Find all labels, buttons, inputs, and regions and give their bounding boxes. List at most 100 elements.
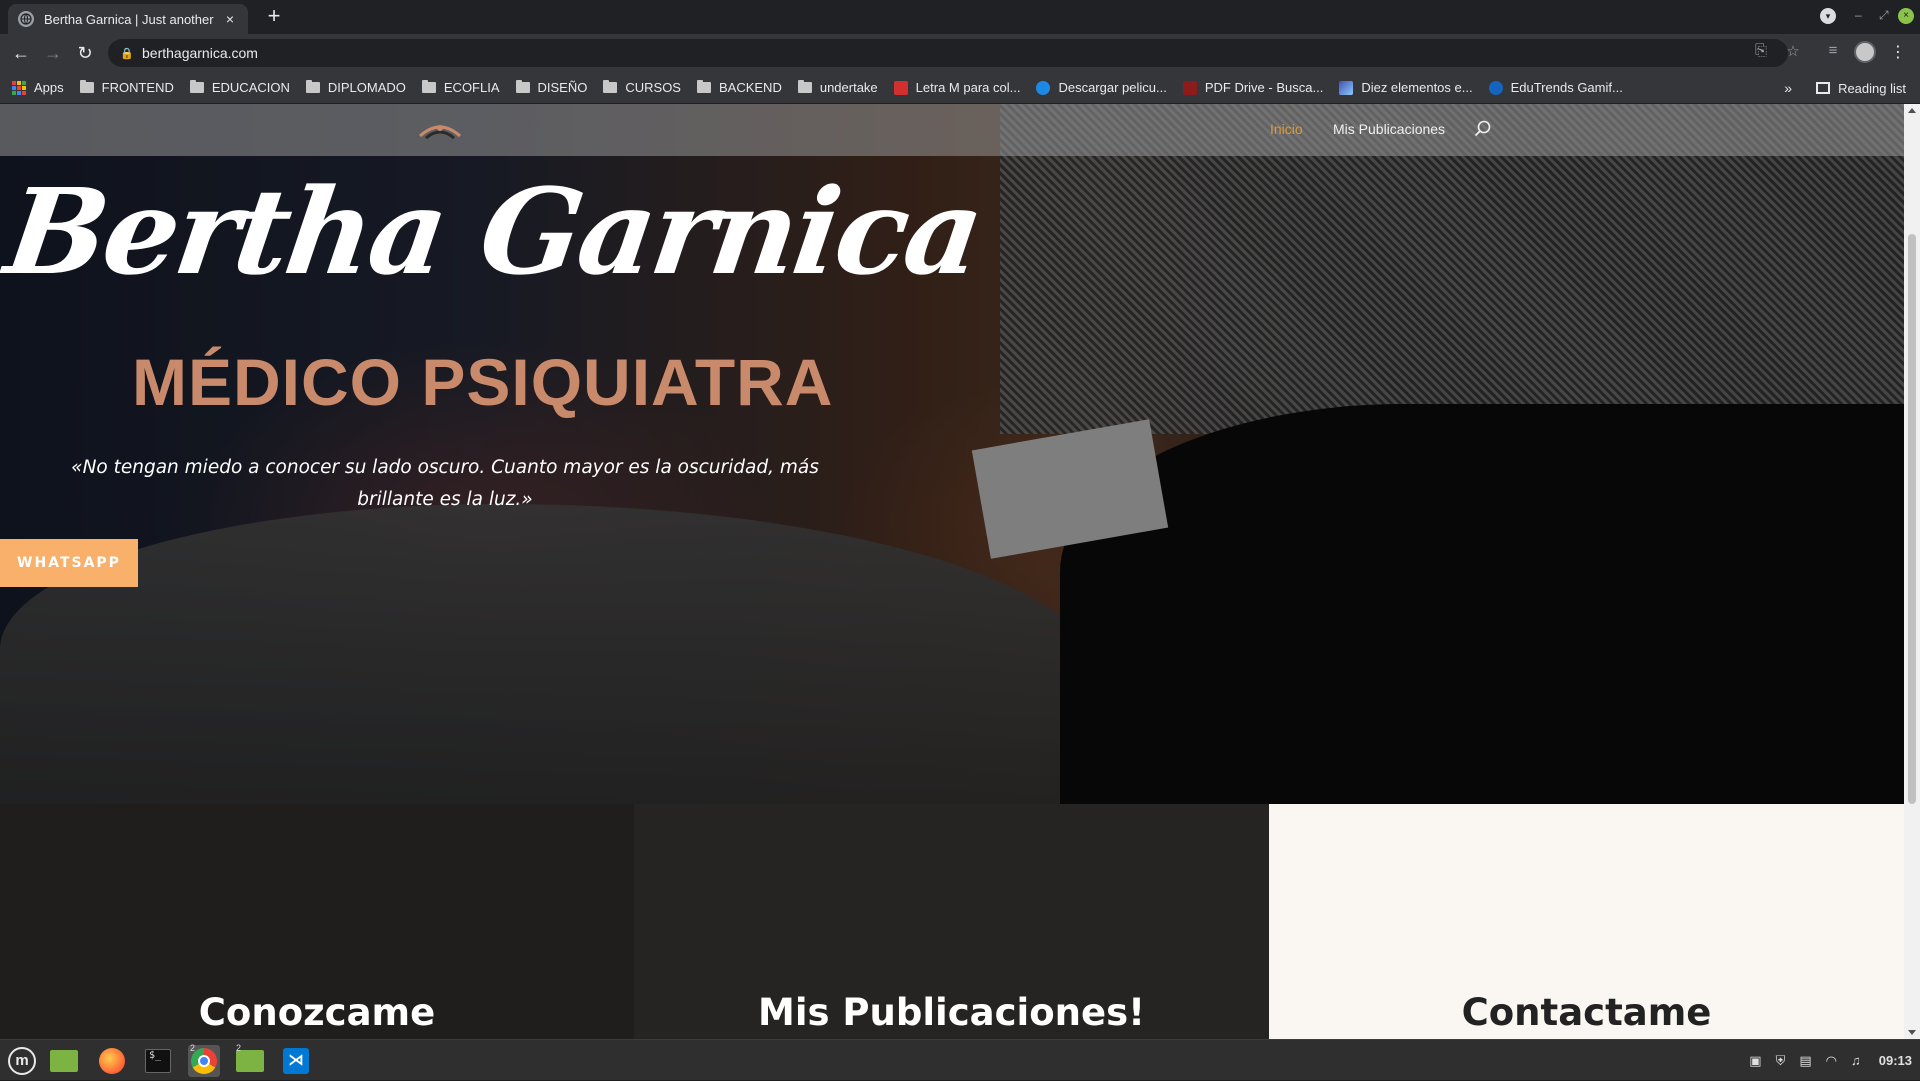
card-title: Contactame: [1461, 991, 1712, 1034]
translate-icon[interactable]: ⎘: [1750, 42, 1772, 59]
bookmarks-bar: Apps FRONTEND EDUCACION DIPLOMADO ECOFLI…: [0, 72, 1920, 104]
bookmark-label: Letra M para col...: [915, 80, 1021, 95]
bookmark-label: PDF Drive - Busca...: [1204, 80, 1324, 95]
mint-menu-button[interactable]: m: [6, 1045, 38, 1077]
bookmark-label: EduTrends Gamif...: [1510, 80, 1623, 95]
tab-search-icon[interactable]: ▾: [1820, 8, 1836, 24]
bookmark-folder-frontend[interactable]: FRONTEND: [79, 80, 174, 95]
wifi-icon[interactable]: ◠: [1826, 1053, 1837, 1069]
bookmark-label: CURSOS: [625, 80, 681, 95]
clock[interactable]: 09:13: [1879, 1053, 1912, 1068]
update-icon[interactable]: ▤: [1799, 1053, 1811, 1069]
bookmark-diez-elementos[interactable]: Diez elementos e...: [1339, 80, 1473, 95]
card-contactame[interactable]: Contactame: [1269, 804, 1904, 1039]
search-icon[interactable]: [1474, 120, 1492, 138]
folder-icon: [797, 80, 812, 93]
chrome-icon: [191, 1048, 217, 1074]
vscode-launcher[interactable]: ⋊: [280, 1045, 312, 1077]
reload-icon[interactable]: ↻: [74, 42, 96, 64]
menu-kebab-icon[interactable]: ⋮: [1890, 42, 1906, 62]
tab-title: Bertha Garnica | Just another: [44, 11, 214, 27]
bookmark-label: EDUCACION: [211, 80, 290, 95]
firefox-launcher[interactable]: [96, 1045, 128, 1077]
card-publicaciones[interactable]: Mis Publicaciones!: [634, 804, 1269, 1039]
forward-icon[interactable]: →: [42, 42, 64, 64]
mint-logo-icon: m: [8, 1047, 36, 1075]
hero-section: Inicio Mis Publicaciones Bertha Garnica …: [0, 104, 1904, 804]
hero-quote: «No tengan miedo a conocer su lado oscur…: [71, 457, 819, 510]
folder-icon: [515, 80, 530, 93]
bookmark-letra-m[interactable]: Letra M para col...: [893, 80, 1021, 95]
bookmark-label: Apps: [34, 80, 64, 95]
os-taskbar: m $_ 2 2 ⋊ ▣ ⛨ ▤ ◠ ♫ 09:13: [0, 1039, 1920, 1080]
nav-link-inicio[interactable]: Inicio: [1270, 121, 1303, 137]
close-window-icon[interactable]: ×: [1898, 8, 1914, 24]
page-viewport: Inicio Mis Publicaciones Bertha Garnica …: [0, 104, 1904, 1039]
address-bar[interactable]: 🔒 berthagarnica.com: [108, 39, 1788, 67]
firefox-icon: [99, 1048, 125, 1074]
site-header: Inicio Mis Publicaciones: [0, 104, 1904, 156]
bookmark-star-icon[interactable]: ☆: [1782, 42, 1804, 60]
profile-avatar[interactable]: [1854, 41, 1876, 63]
bookmark-label: FRONTEND: [101, 80, 174, 95]
system-tray: ▣ ⛨ ▤ ◠ ♫ 09:13: [1735, 1040, 1912, 1081]
cards-row: Conozcame Mis Publicaciones! Contactame: [0, 804, 1904, 1039]
bookmark-label: DIPLOMADO: [327, 80, 406, 95]
bookmark-folder-undertake[interactable]: undertake: [797, 80, 878, 95]
shield-icon[interactable]: ⛨: [1776, 1053, 1786, 1069]
vscode-icon: ⋊: [283, 1048, 309, 1074]
tab-close-icon[interactable]: ×: [222, 11, 238, 27]
scrollbar-thumb[interactable]: [1908, 234, 1916, 804]
back-icon[interactable]: ←: [10, 42, 32, 64]
reading-list-icon: [1816, 82, 1831, 94]
clipboard-icon[interactable]: ▣: [1749, 1053, 1761, 1069]
browser-tab-bar: Bertha Garnica | Just another × + ▾ – ⤢ …: [0, 0, 1920, 34]
browser-toolbar: ← → ↻ 🔒 berthagarnica.com ⎘ ☆ ≡ ⋮: [0, 34, 1920, 72]
folder-icon: [421, 80, 436, 93]
terminal-launcher[interactable]: $_: [142, 1045, 174, 1077]
bookmark-folder-educacion[interactable]: EDUCACION: [189, 80, 290, 95]
whatsapp-button[interactable]: WHATSAPP: [0, 539, 138, 587]
bookmark-edutrends[interactable]: EduTrends Gamif...: [1488, 80, 1623, 95]
card-title: Mis Publicaciones!: [758, 991, 1145, 1034]
more-bookmarks-icon[interactable]: »: [1784, 80, 1792, 96]
minimize-icon[interactable]: –: [1855, 8, 1862, 22]
site-favicon-globe-icon: [1488, 80, 1503, 95]
page-scrollbar[interactable]: [1904, 104, 1920, 1039]
folder-icon: [603, 80, 618, 93]
window-count-badge: 2: [236, 1043, 242, 1053]
bookmark-pdf-drive[interactable]: PDF Drive - Busca...: [1182, 80, 1324, 95]
scroll-down-icon[interactable]: [1908, 1030, 1916, 1035]
hero-name: Bertha Garnica: [0, 162, 989, 301]
files-launcher[interactable]: [48, 1045, 80, 1077]
nav-link-publicaciones[interactable]: Mis Publicaciones: [1333, 121, 1445, 137]
new-tab-button[interactable]: +: [262, 5, 286, 29]
reading-list-button[interactable]: Reading list: [1838, 81, 1906, 96]
folder-icon: [696, 80, 711, 93]
card-conozcame[interactable]: Conozcame: [0, 804, 634, 1039]
sound-icon[interactable]: ♫: [1851, 1053, 1861, 1068]
maximize-icon[interactable]: ⤢: [1879, 8, 1889, 23]
globe-icon: [18, 11, 34, 27]
lock-icon: 🔒: [120, 48, 134, 60]
bookmark-folder-backend[interactable]: BACKEND: [696, 80, 782, 95]
media-control-icon[interactable]: ≡: [1822, 42, 1844, 59]
bookmark-label: Descargar pelicu...: [1058, 80, 1167, 95]
site-logo-icon[interactable]: [416, 118, 464, 142]
apps-grid-icon: [12, 80, 26, 95]
scroll-up-icon[interactable]: [1908, 108, 1916, 113]
hero-subtitle: MÉDICO PSIQUIATRA: [132, 345, 834, 419]
url-text: berthagarnica.com: [142, 45, 258, 61]
bookmark-folder-diseno[interactable]: DISEÑO: [515, 80, 587, 95]
browser-tab[interactable]: Bertha Garnica | Just another ×: [8, 4, 248, 34]
chrome-window-button[interactable]: 2: [188, 1043, 220, 1077]
bookmark-folder-cursos[interactable]: CURSOS: [603, 80, 681, 95]
site-favicon-blue-icon: [1036, 80, 1051, 95]
bookmark-folder-ecoflia[interactable]: ECOFLIA: [421, 80, 500, 95]
bookmark-folder-diplomado[interactable]: DIPLOMADO: [305, 80, 406, 95]
files-window-button[interactable]: 2: [234, 1043, 266, 1077]
bookmark-apps[interactable]: Apps: [12, 80, 64, 95]
bookmark-descargar[interactable]: Descargar pelicu...: [1036, 80, 1167, 95]
bookmark-label: BACKEND: [718, 80, 782, 95]
bookmarks-right: » Reading list: [1784, 72, 1906, 104]
